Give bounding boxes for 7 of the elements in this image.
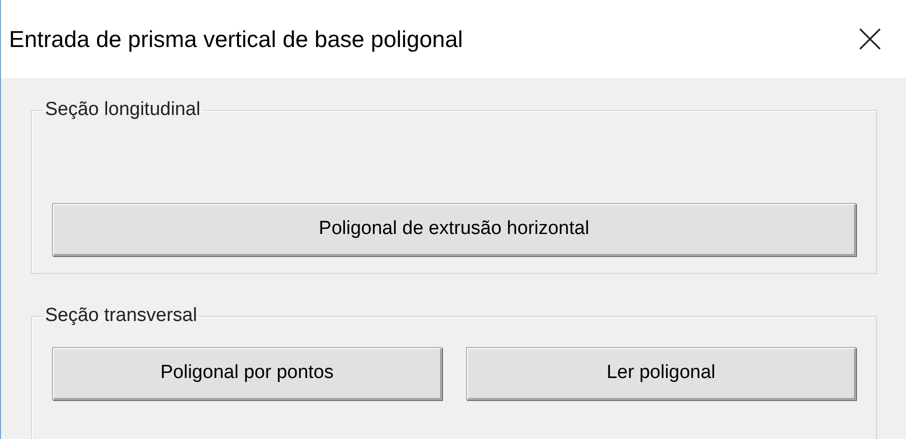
action-button[interactable]: Poligonal de extrusão horizontal bbox=[52, 202, 856, 256]
action-button[interactable]: Poligonal por pontos bbox=[52, 346, 442, 400]
window-title: Entrada de prisma vertical de base poligonal bbox=[9, 24, 463, 54]
group-label: Seção transversal bbox=[44, 304, 198, 328]
close-icon bbox=[859, 28, 881, 50]
action-button[interactable]: Ler poligonal bbox=[466, 346, 856, 400]
group-label: Seção longitudinal bbox=[44, 98, 202, 122]
